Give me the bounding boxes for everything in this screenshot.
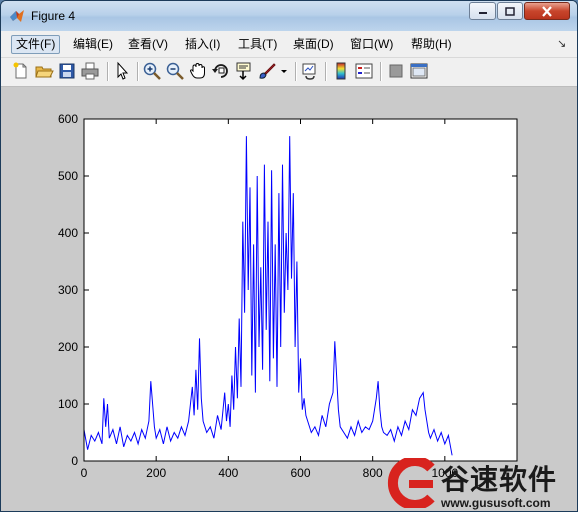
menu-window[interactable]: 窗口(W) <box>346 35 397 54</box>
x-tick-label: 600 <box>290 466 310 480</box>
minimize-icon <box>478 12 487 14</box>
figure-canvas: 0 200 400 600 800 1000 0 100 200 300 400 500 600 <box>1 87 578 512</box>
menu-edit[interactable]: 编辑(E) <box>69 35 117 54</box>
menu-file[interactable]: 文件(F) <box>11 35 61 54</box>
print-icon[interactable] <box>80 61 100 81</box>
rotate-3d-icon[interactable] <box>211 61 231 81</box>
close-button[interactable] <box>524 2 570 20</box>
line-chart[interactable]: 0 200 400 600 800 10000100200300400500600 <box>1 87 578 512</box>
x-tick-label: 200 <box>146 466 166 480</box>
colorbar-icon[interactable] <box>331 61 351 81</box>
dock-arrow-icon[interactable]: ↘ <box>557 37 566 50</box>
toolbar-separator <box>295 62 296 81</box>
legend-icon[interactable] <box>354 61 374 81</box>
watermark-url: www.gususoft.com <box>441 496 551 510</box>
link-plot-icon[interactable] <box>300 61 320 81</box>
window-title: Figure 4 <box>31 9 76 23</box>
watermark-logo <box>387 458 435 508</box>
pointer-icon[interactable] <box>112 61 132 81</box>
data-cursor-icon[interactable] <box>234 61 254 81</box>
hide-plot-tools-icon[interactable] <box>386 61 406 81</box>
close-icon <box>542 5 552 17</box>
menu-view[interactable]: 查看(V) <box>124 35 172 54</box>
pan-hand-icon[interactable] <box>188 61 208 81</box>
toolbar-separator <box>107 62 108 81</box>
minimize-button[interactable] <box>469 2 496 20</box>
maximize-icon <box>505 6 515 16</box>
menu-tools[interactable]: 工具(T) <box>234 35 281 54</box>
maximize-button[interactable] <box>497 2 523 20</box>
menu-insert[interactable]: 插入(I) <box>181 35 224 54</box>
zoom-in-icon[interactable] <box>142 61 162 81</box>
zoom-out-icon[interactable] <box>165 61 185 81</box>
toolbar-separator <box>137 62 138 81</box>
save-icon[interactable] <box>57 61 77 81</box>
matlab-icon <box>9 8 25 24</box>
x-tick-label: 0 <box>81 466 88 480</box>
show-plot-tools-icon[interactable] <box>409 61 429 81</box>
y-tick-label: 300 <box>58 283 78 297</box>
y-tick-label: 0 <box>71 454 78 468</box>
toolbar-separator <box>380 62 381 81</box>
y-tick-label: 100 <box>58 397 78 411</box>
brush-icon[interactable] <box>257 61 277 81</box>
new-figure-icon[interactable] <box>11 61 31 81</box>
watermark-name: 谷速软件 <box>441 464 558 495</box>
y-tick-label: 200 <box>58 340 78 354</box>
title-bar[interactable]: Figure 4 <box>1 1 577 31</box>
x-tick-label: 400 <box>218 466 238 480</box>
menu-help[interactable]: 帮助(H) <box>407 35 456 54</box>
menu-bar: 文件(F) 编辑(E) 查看(V) 插入(I) 工具(T) 桌面(D) 窗口(W… <box>1 31 577 58</box>
watermark: 谷速软件 www.gususoft.com <box>379 456 577 511</box>
open-file-icon[interactable] <box>34 61 54 81</box>
y-tick-label: 400 <box>58 226 78 240</box>
y-tick-label: 500 <box>58 169 78 183</box>
toolbar-separator <box>325 62 326 81</box>
menu-desktop[interactable]: 桌面(D) <box>289 35 338 54</box>
brush-dropdown-icon[interactable] <box>279 61 289 81</box>
figure-window: Figure 4 文件(F) 编辑(E) 查看(V) 插入(I) 工具(T) 桌… <box>0 0 578 512</box>
figure-toolbar <box>1 58 577 87</box>
y-tick-label: 600 <box>58 112 78 126</box>
